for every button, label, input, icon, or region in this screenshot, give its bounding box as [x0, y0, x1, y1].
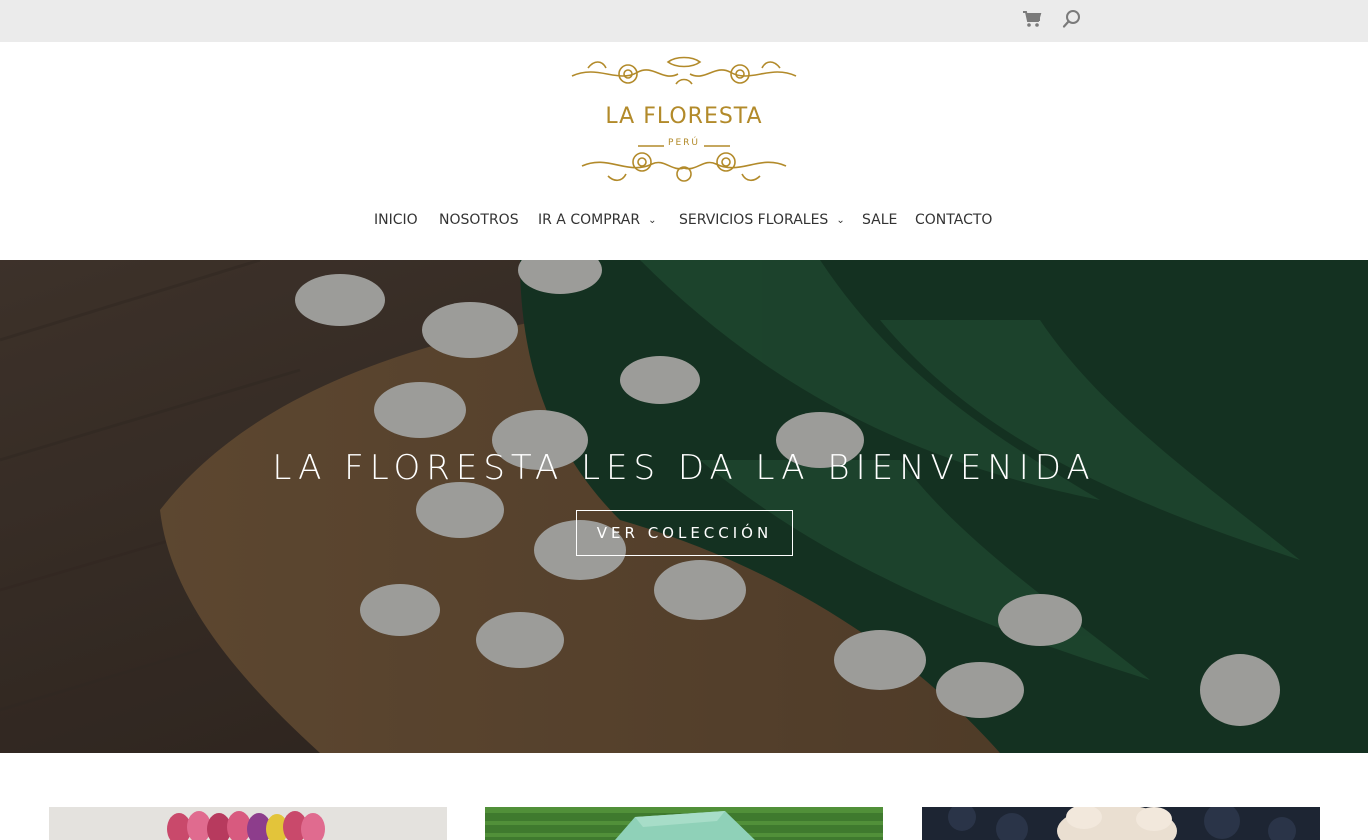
tulips-image — [49, 807, 447, 840]
site-header: LA FLORESTA PERÚ INICIO NOSOTROS IR A CO… — [0, 42, 1368, 260]
main-nav: INICIO NOSOTROS IR A COMPRAR ⌄ SERVICIOS … — [0, 212, 1368, 234]
plush-image — [922, 807, 1320, 840]
plush-card[interactable] — [922, 807, 1320, 840]
nav-item-ir-a-comprar[interactable]: IR A COMPRAR ⌄ — [538, 212, 657, 228]
nav-label: INICIO — [374, 212, 418, 228]
hero-title: LA FLORESTA LES DA LA BIENVENIDA — [272, 448, 1096, 488]
chevron-down-icon: ⌄ — [836, 215, 845, 226]
nav-label: NOSOTROS — [439, 212, 519, 228]
nav-item-inicio[interactable]: INICIO — [374, 212, 418, 228]
nav-item-nosotros[interactable]: NOSOTROS — [439, 212, 519, 228]
cart-icon[interactable] — [1022, 10, 1042, 28]
nav-label: SALE — [862, 212, 898, 228]
brand-logo[interactable]: LA FLORESTA PERÚ — [568, 54, 800, 186]
logo-country: PERÚ — [668, 138, 700, 148]
view-collection-button[interactable]: VER COLECCIÓN — [576, 510, 793, 556]
search-icon[interactable] — [1062, 9, 1082, 29]
nav-label: CONTACTO — [915, 212, 993, 228]
nav-item-sale[interactable]: SALE — [862, 212, 897, 228]
nav-item-servicios-florales[interactable]: SERVICIOS FLORALES ⌄ — [679, 212, 845, 228]
top-bar — [0, 0, 1368, 42]
nav-item-contacto[interactable]: CONTACTO — [915, 212, 992, 228]
green-box-card[interactable] — [485, 807, 883, 840]
hero-banner: LA FLORESTA LES DA LA BIENVENIDA VER COL… — [0, 260, 1368, 753]
chevron-down-icon: ⌄ — [648, 215, 657, 226]
hero-overlay — [0, 260, 1368, 753]
featured-cards — [0, 807, 1368, 840]
nav-label: IR A COMPRAR — [538, 212, 641, 228]
green-box-image — [485, 807, 883, 840]
nav-label: SERVICIOS FLORALES — [679, 212, 829, 228]
tulips-card[interactable] — [49, 807, 447, 840]
logo-title: LA FLORESTA — [605, 104, 763, 129]
